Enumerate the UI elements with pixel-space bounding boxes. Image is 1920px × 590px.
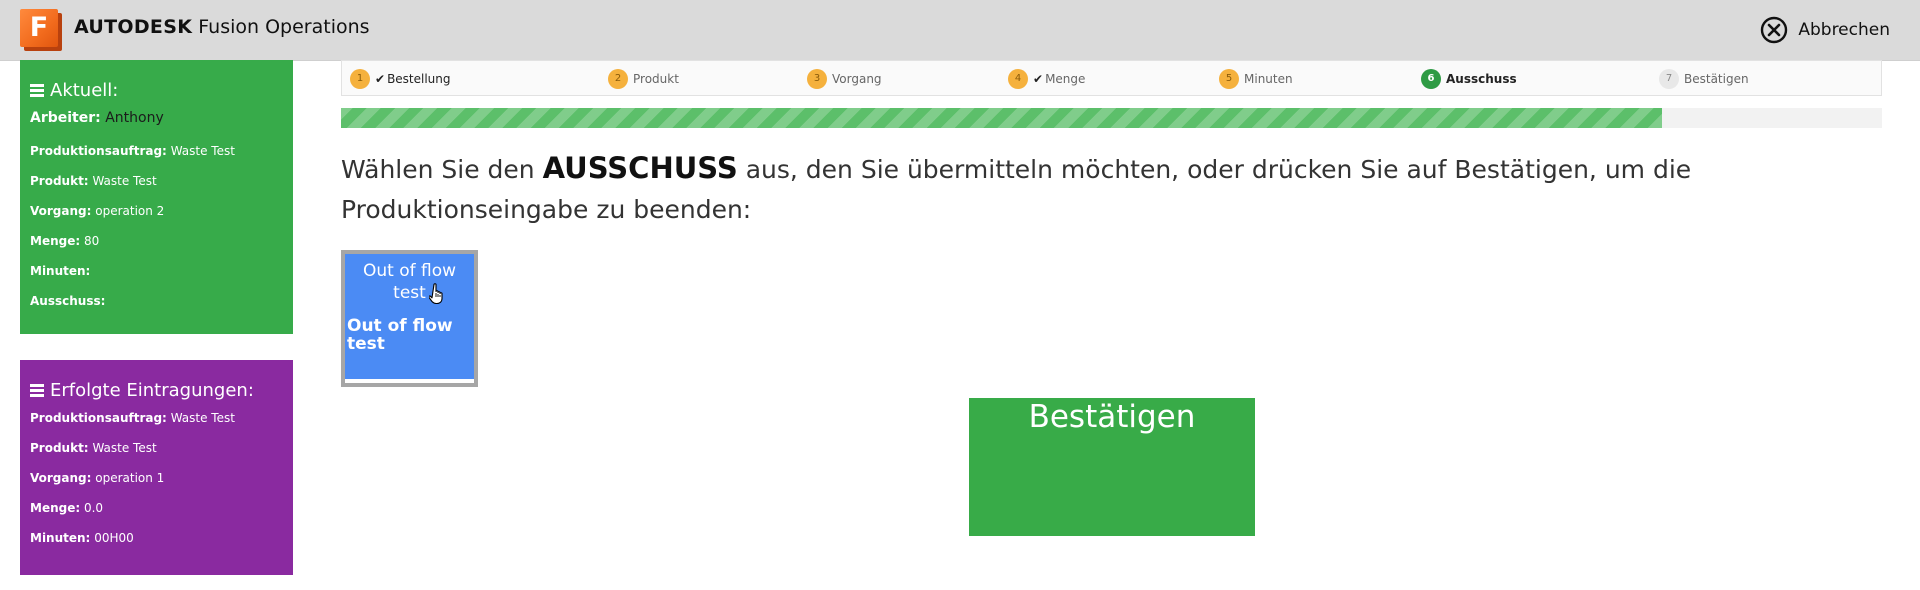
completed-row-quantity: Menge: 0.0: [30, 501, 104, 515]
step-order[interactable]: 1 ✔ Bestellung: [350, 69, 451, 89]
current-row-operation: Vorgang: operation 2: [30, 204, 165, 218]
current-row-order: Produktionsauftrag: Waste Test: [30, 144, 235, 158]
step-number: 6: [1421, 69, 1441, 89]
current-panel: Aktuell: Arbeiter: Anthony Produktionsau…: [20, 60, 293, 334]
fusion-logo-icon: F: [20, 9, 62, 51]
step-label: Ausschuss: [1446, 72, 1517, 86]
confirm-button-label: Bestätigen: [1028, 399, 1196, 435]
progress-fill: [341, 108, 1662, 128]
wizard-steps: 1 ✔ Bestellung 2 Produkt 3 Vorgang 4 ✔ M…: [341, 60, 1882, 96]
completed-row-product: Produkt: Waste Test: [30, 441, 157, 455]
worker-value: Anthony: [105, 110, 164, 126]
brand-name: AUTODESK: [74, 16, 193, 38]
cancel-button[interactable]: Abbrechen: [1760, 13, 1890, 47]
completed-entries-panel: Erfolgte Eintragungen: Produktionsauftra…: [20, 360, 293, 575]
scrap-reason-tile[interactable]: Out of flow test Out of flow test: [341, 250, 478, 387]
step-number: 7: [1659, 69, 1679, 89]
app-title: AUTODESK Fusion Operations: [74, 14, 370, 40]
hand-cursor-icon: [429, 283, 443, 305]
step-number: 3: [807, 69, 827, 89]
worker-row: Arbeiter: Anthony: [30, 110, 164, 126]
step-label: Bestellung: [387, 72, 451, 86]
scrap-tile-title: Out of flow test: [362, 261, 457, 303]
current-row-minutes: Minuten:: [30, 264, 91, 278]
step-number: 1: [350, 69, 370, 89]
step-confirm[interactable]: 7 Bestätigen: [1659, 69, 1749, 89]
completed-row-operation: Vorgang: operation 1: [30, 471, 165, 485]
current-row-quantity: Menge: 80: [30, 234, 100, 248]
step-label: Menge: [1045, 72, 1086, 86]
instruction-keyword: AUSSCHUSS: [542, 151, 738, 185]
menu-icon: [30, 382, 44, 399]
instruction-text: Wählen Sie den AUSSCHUSS aus, den Sie üb…: [341, 151, 1692, 224]
product-name: Fusion Operations: [198, 16, 370, 38]
step-label: Produkt: [633, 72, 679, 86]
confirm-button[interactable]: Bestätigen: [969, 398, 1255, 536]
current-panel-title: Aktuell:: [30, 80, 283, 101]
cancel-label: Abbrechen: [1798, 20, 1890, 40]
step-minutes[interactable]: 5 Minuten: [1219, 69, 1293, 89]
completed-row-minutes: Minuten: 00H00: [30, 531, 134, 545]
step-number: 4: [1008, 69, 1028, 89]
progress-bar: [341, 108, 1882, 128]
step-label: Bestätigen: [1684, 72, 1749, 86]
step-number: 2: [608, 69, 628, 89]
top-bar: F AUTODESK Fusion Operations Abbrechen: [0, 0, 1920, 61]
menu-icon: [30, 82, 44, 99]
step-scrap[interactable]: 6 Ausschuss: [1421, 69, 1517, 89]
step-product[interactable]: 2 Produkt: [608, 69, 679, 89]
current-row-scrap: Ausschuss:: [30, 294, 106, 308]
current-row-product: Produkt: Waste Test: [30, 174, 157, 188]
completed-row-order: Produktionsauftrag: Waste Test: [30, 411, 235, 425]
step-label: Vorgang: [832, 72, 882, 86]
check-icon: ✔: [375, 72, 386, 86]
scrap-tile-subtitle: Out of flow test: [347, 316, 453, 354]
step-label: Minuten: [1244, 72, 1293, 86]
tile-bottom-strip: [345, 379, 474, 383]
completed-panel-title: Erfolgte Eintragungen:: [30, 380, 283, 401]
close-circle-icon: [1761, 16, 1788, 44]
step-number: 5: [1219, 69, 1239, 89]
step-quantity[interactable]: 4 ✔ Menge: [1008, 69, 1085, 89]
step-operation[interactable]: 3 Vorgang: [807, 69, 882, 89]
check-icon: ✔: [1033, 72, 1044, 86]
